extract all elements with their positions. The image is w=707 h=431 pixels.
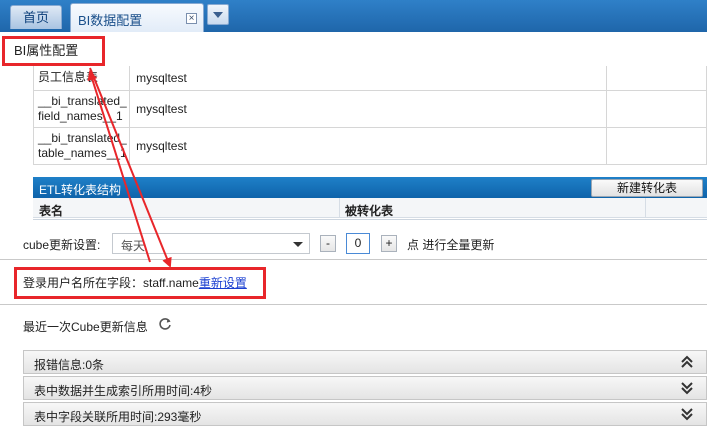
table-name-line: field_names__1	[38, 108, 123, 123]
table-name-line: table_names__1	[38, 145, 127, 160]
close-icon[interactable]: ×	[186, 13, 197, 24]
refresh-icon[interactable]	[157, 316, 173, 332]
col-header-converted-table[interactable]: 被转化表	[345, 202, 393, 219]
cube-update-label: cube更新设置:	[23, 238, 101, 252]
hour-input[interactable]: 0	[346, 233, 370, 254]
table-name-cell: __bi_translated_ field_names__1	[33, 90, 131, 128]
tab-home[interactable]: 首页	[10, 5, 62, 29]
empty-cell	[606, 127, 707, 165]
divider	[0, 304, 707, 305]
latest-cube-info-label: 最近一次Cube更新信息	[23, 320, 148, 334]
info-row-label: 表中字段关联所用时间:293毫秒	[34, 410, 202, 424]
col-header-table-name[interactable]: 表名	[39, 202, 63, 219]
tab-list-dropdown[interactable]	[207, 4, 229, 25]
login-field-label: 登录用户名所在字段：staff.name	[23, 276, 199, 290]
cube-update-suffix: 点 进行全量更新	[407, 238, 495, 252]
cube-update-row: cube更新设置: 每天 - 0 + 点 进行全量更新	[0, 230, 707, 260]
table-name-cell: __bi_translated_ table_names__1	[33, 127, 131, 165]
db-cell: mysqltest	[129, 90, 607, 128]
info-row-join-time[interactable]: 表中字段关联所用时间:293毫秒	[23, 402, 707, 426]
login-field-setting: 登录用户名所在字段：staff.name重新设置	[14, 267, 266, 299]
info-row-label: 报错信息:0条	[34, 358, 105, 372]
table-row[interactable]: __bi_translated_ field_names__1 mysqltes…	[33, 90, 707, 128]
source-table: 员工信息表 mysqltest __bi_translated_ field_n…	[33, 66, 707, 165]
etl-header: ETL转化表结构 新建转化表	[33, 177, 707, 198]
table-name-line: 员工信息表	[38, 70, 99, 85]
tab-bi-data-config[interactable]: BI数据配置 ×	[70, 3, 204, 32]
column-divider	[645, 198, 646, 218]
etl-title: ETL转化表结构	[39, 183, 122, 197]
tab-bi-label: BI数据配置	[78, 13, 143, 28]
info-row-index-time[interactable]: 表中数据并生成索引所用时间:4秒	[23, 376, 707, 400]
etl-panel: ETL转化表结构 新建转化表 表名 被转化表	[33, 177, 707, 220]
column-divider	[339, 198, 340, 218]
table-row[interactable]: __bi_translated_ table_names__1 mysqltes…	[33, 127, 707, 165]
info-row-errors[interactable]: 报错信息:0条	[23, 350, 707, 374]
double-chevron-down-icon[interactable]	[680, 406, 694, 422]
reset-link[interactable]: 重新设置	[199, 276, 247, 290]
frequency-select[interactable]: 每天	[112, 233, 310, 254]
empty-cell	[606, 66, 707, 91]
decrement-button[interactable]: -	[320, 235, 336, 252]
section-title-bi-properties: BI属性配置	[2, 36, 105, 66]
table-row[interactable]: 员工信息表 mysqltest	[33, 66, 707, 91]
etl-column-headers: 表名 被转化表	[33, 198, 707, 218]
chevron-down-icon	[293, 242, 303, 247]
frequency-value: 每天	[121, 239, 146, 253]
tab-bar: 首页 BI数据配置 ×	[0, 0, 707, 32]
db-cell: mysqltest	[129, 66, 607, 91]
chevron-down-icon	[213, 12, 223, 18]
double-chevron-down-icon[interactable]	[680, 380, 694, 396]
double-chevron-up-icon[interactable]	[680, 354, 694, 370]
table-name-cell: 员工信息表	[33, 66, 131, 91]
db-cell: mysqltest	[129, 127, 607, 165]
info-row-label: 表中数据并生成索引所用时间:4秒	[34, 384, 213, 398]
increment-button[interactable]: +	[381, 235, 397, 252]
empty-cell	[606, 90, 707, 128]
new-etl-table-button[interactable]: 新建转化表	[591, 179, 703, 197]
table-name-line: __bi_translated_	[38, 93, 127, 108]
table-name-line: __bi_translated_	[38, 130, 127, 145]
